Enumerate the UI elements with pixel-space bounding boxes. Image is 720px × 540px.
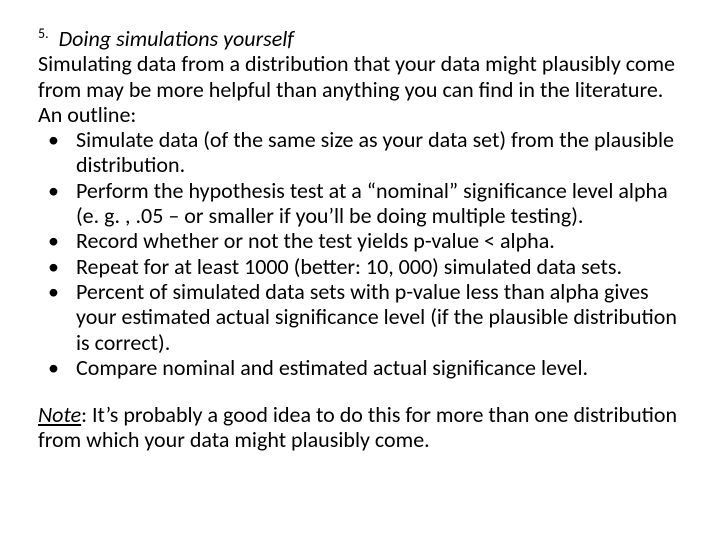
slide: 5. Doing simulations yourself Simulating… xyxy=(0,0,720,453)
bullet-icon: • xyxy=(48,279,59,304)
bullet-icon: • xyxy=(48,355,59,380)
list-item-text: Record whether or not the test yields p-… xyxy=(76,227,555,254)
heading-line: 5. Doing simulations yourself xyxy=(38,26,682,51)
list-item: • Simulate data (of the same size as you… xyxy=(38,127,682,178)
bullet-icon: • xyxy=(48,178,59,203)
bullet-list: • Simulate data (of the same size as you… xyxy=(38,127,682,380)
heading-number: 5. xyxy=(38,25,49,42)
note-text: : It’s probably a good idea to do this f… xyxy=(38,401,677,453)
bullet-icon: • xyxy=(48,254,59,279)
list-item-text: Simulate data (of the same size as your … xyxy=(76,126,674,178)
list-item: • Perform the hypothesis test at a “nomi… xyxy=(38,178,682,229)
list-item: • Compare nominal and estimated actual s… xyxy=(38,355,682,380)
bullet-icon: • xyxy=(48,127,59,152)
intro-paragraph: Simulating data from a distribution that… xyxy=(38,51,682,127)
list-item-text: Perform the hypothesis test at a “nomina… xyxy=(76,177,668,229)
list-item-text: Repeat for at least 1000 (better: 10, 00… xyxy=(76,253,622,280)
heading-title: Doing simulations yourself xyxy=(59,25,294,52)
list-item: • Record whether or not the test yields … xyxy=(38,228,682,253)
list-item-text: Percent of simulated data sets with p-va… xyxy=(76,278,677,356)
bullet-icon: • xyxy=(48,228,59,253)
list-item-text: Compare nominal and estimated actual sig… xyxy=(76,354,588,381)
list-item: • Repeat for at least 1000 (better: 10, … xyxy=(38,254,682,279)
note-paragraph: Note: It’s probably a good idea to do th… xyxy=(38,402,682,453)
list-item: • Percent of simulated data sets with p-… xyxy=(38,279,682,355)
note-label: Note xyxy=(38,401,81,428)
